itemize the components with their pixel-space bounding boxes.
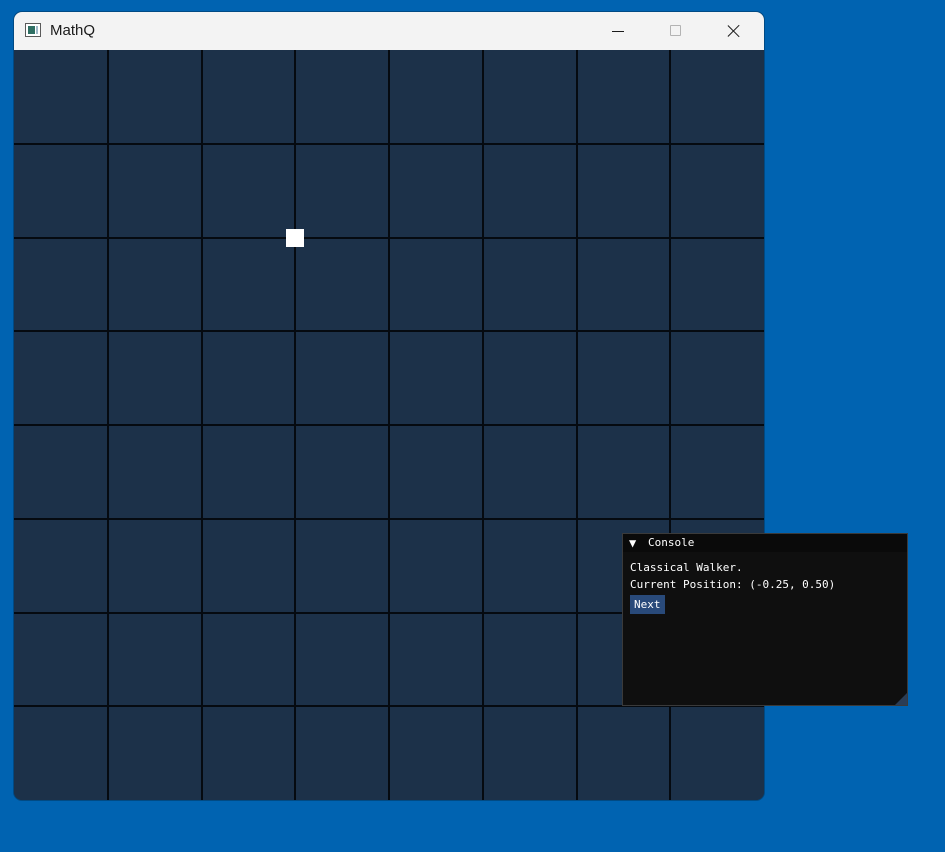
- console-message-walker: Classical Walker.: [630, 561, 743, 574]
- console-header[interactable]: ▼ Console: [623, 534, 907, 552]
- resize-grip-icon[interactable]: [895, 693, 907, 705]
- grid-line-horizontal: [14, 517, 764, 520]
- maximize-button[interactable]: [646, 12, 704, 50]
- minimize-icon: [612, 31, 624, 32]
- window-app-icon: [25, 23, 41, 37]
- close-icon: [727, 24, 741, 38]
- console-panel[interactable]: ▼ Console Classical Walker. Current Posi…: [622, 533, 908, 706]
- window-title: MathQ: [50, 22, 96, 39]
- grid-line-horizontal: [14, 424, 764, 426]
- console-title: Console: [648, 536, 695, 549]
- close-button[interactable]: [704, 12, 762, 50]
- maximize-icon: [670, 25, 681, 36]
- title-bar[interactable]: MathQ: [14, 12, 764, 50]
- walker-marker: [286, 228, 305, 247]
- grid-line-vertical: [481, 50, 484, 800]
- next-button[interactable]: Next: [630, 595, 665, 614]
- minimize-button[interactable]: [588, 12, 646, 50]
- grid-line-vertical: [575, 50, 578, 800]
- collapse-triangle-icon[interactable]: ▼: [629, 535, 636, 551]
- console-message-position: Current Position: (-0.25, 0.50): [630, 578, 836, 591]
